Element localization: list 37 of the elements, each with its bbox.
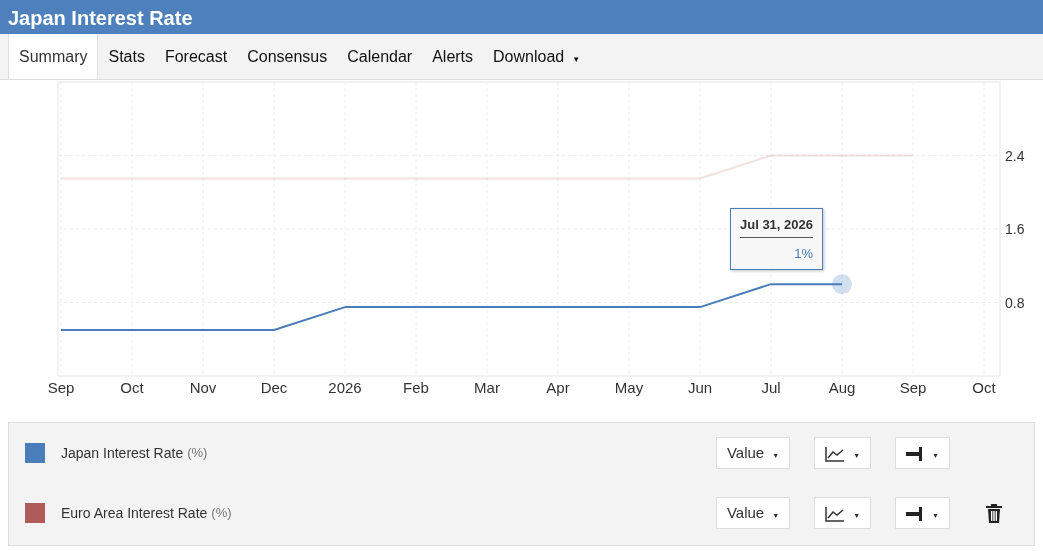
tab[interactable]: Forecast bbox=[154, 34, 238, 79]
axis-label: Oct bbox=[120, 379, 144, 396]
axis-label: 1.6 bbox=[1005, 221, 1025, 237]
axis-label: Dec bbox=[260, 379, 288, 396]
tab[interactable]: Summary bbox=[8, 34, 99, 79]
axis-label: Jun bbox=[687, 379, 713, 396]
tab[interactable]: Consensus bbox=[237, 34, 338, 79]
axis-icon bbox=[906, 506, 925, 521]
line-chart-icon bbox=[825, 505, 846, 522]
axis-label: Mar bbox=[474, 379, 500, 396]
page-title: Japan Interest Rate bbox=[0, 0, 1043, 34]
axis-label: May bbox=[614, 379, 644, 396]
axis-label: Aug bbox=[828, 379, 856, 396]
axis-label: 2.4 bbox=[1005, 147, 1025, 164]
axis-label: Sep bbox=[47, 379, 75, 396]
hover-marker bbox=[832, 274, 852, 295]
axis-icon bbox=[906, 446, 925, 461]
axis-label: Nov bbox=[189, 379, 217, 396]
dropdown-tab[interactable]: Download ▼ bbox=[483, 34, 591, 79]
axis-label: Oct bbox=[972, 379, 996, 396]
series-name: Japan Interest Rate bbox=[61, 443, 184, 463]
axis-label: Jul bbox=[761, 379, 781, 396]
tooltip-value: 1% bbox=[793, 244, 813, 263]
tooltip-date: Jul 31, 2026 bbox=[740, 215, 813, 238]
axis-label: Apr bbox=[546, 379, 570, 396]
series-unit: (%) bbox=[211, 504, 232, 523]
delete-icon[interactable] bbox=[986, 503, 1002, 523]
tab[interactable]: Alerts bbox=[422, 34, 484, 79]
series-unit: (%) bbox=[187, 444, 208, 463]
series-name: Euro Area Interest Rate bbox=[61, 503, 208, 523]
tab[interactable]: Calendar bbox=[337, 34, 423, 79]
line-chart-icon bbox=[825, 445, 846, 462]
axis-label: 2026 bbox=[328, 379, 362, 396]
axis-label: 0.8 bbox=[1005, 294, 1025, 311]
axis-label: Sep bbox=[899, 379, 927, 396]
axis-label: Feb bbox=[403, 379, 429, 396]
tab[interactable]: Stats bbox=[98, 34, 155, 79]
